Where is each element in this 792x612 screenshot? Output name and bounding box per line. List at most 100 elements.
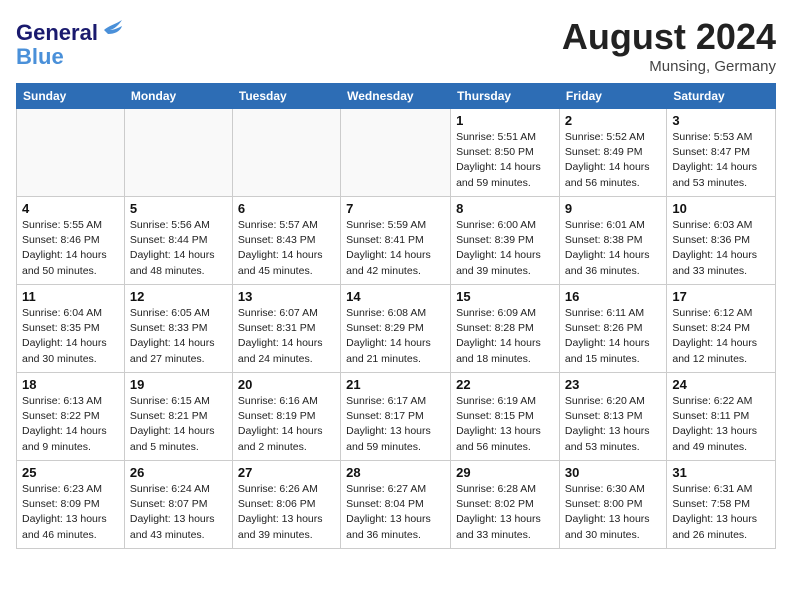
day-info: Sunrise: 6:19 AMSunset: 8:15 PMDaylight:… xyxy=(456,394,554,455)
calendar-cell: 9 Sunrise: 6:01 AMSunset: 8:38 PMDaylight… xyxy=(559,197,666,285)
calendar-cell: 15 Sunrise: 6:09 AMSunset: 8:28 PMDayligh… xyxy=(451,285,560,373)
day-number: 2 xyxy=(565,113,661,128)
day-number: 26 xyxy=(130,465,227,480)
day-info: Sunrise: 6:31 AMSunset: 7:58 PMDaylight:… xyxy=(672,482,770,543)
day-info: Sunrise: 6:12 AMSunset: 8:24 PMDaylight:… xyxy=(672,306,770,367)
calendar-cell: 23Sunrise: 6:20 AMSunset: 8:13 PMDayligh… xyxy=(559,373,666,461)
day-info: Sunrise: 6:11 AMSunset: 8:26 PMDaylight:… xyxy=(565,306,661,367)
calendar-cell: 25 Sunrise: 6:23 AMSunset: 8:09 PMDayligh… xyxy=(17,461,125,549)
day-info: Sunrise: 6:01 AMSunset: 8:38 PMDaylight:… xyxy=(565,218,661,279)
calendar-cell: 28 Sunrise: 6:27 AMSunset: 8:04 PMDayligh… xyxy=(341,461,451,549)
calendar-cell: 17 Sunrise: 6:12 AMSunset: 8:24 PMDayligh… xyxy=(667,285,776,373)
day-number: 7 xyxy=(346,201,445,216)
day-number: 18 xyxy=(22,377,119,392)
day-info: Sunrise: 5:53 AMSunset: 8:47 PMDaylight:… xyxy=(672,130,770,191)
day-number: 5 xyxy=(130,201,227,216)
day-info: Sunrise: 6:09 AMSunset: 8:28 PMDaylight:… xyxy=(456,306,554,367)
calendar-cell: 24 Sunrise: 6:22 AMSunset: 8:11 PMDayligh… xyxy=(667,373,776,461)
calendar-cell: 12 Sunrise: 6:05 AMSunset: 8:33 PMDayligh… xyxy=(124,285,232,373)
day-info: Sunrise: 6:16 AMSunset: 8:19 PMDaylight:… xyxy=(238,394,335,455)
calendar-cell: 22 Sunrise: 6:19 AMSunset: 8:15 PMDayligh… xyxy=(451,373,560,461)
day-number: 17 xyxy=(672,289,770,304)
day-info: Sunrise: 5:51 AMSunset: 8:50 PMDaylight:… xyxy=(456,130,554,191)
calendar-cell: 26 Sunrise: 6:24 AMSunset: 8:07 PMDayligh… xyxy=(124,461,232,549)
day-number: 11 xyxy=(22,289,119,304)
day-info: Sunrise: 6:20 AMSunset: 8:13 PMDaylight:… xyxy=(565,394,661,455)
calendar-cell: 11 Sunrise: 6:04 AMSunset: 8:35 PMDayligh… xyxy=(17,285,125,373)
day-info: Sunrise: 6:03 AMSunset: 8:36 PMDaylight:… xyxy=(672,218,770,279)
day-number: 8 xyxy=(456,201,554,216)
calendar-cell: 30Sunrise: 6:30 AMSunset: 8:00 PMDayligh… xyxy=(559,461,666,549)
calendar-cell: 2Sunrise: 5:52 AMSunset: 8:49 PMDaylight… xyxy=(559,109,666,197)
week-row-1: 1 Sunrise: 5:51 AMSunset: 8:50 PMDaylight… xyxy=(17,109,776,197)
calendar-cell: 20Sunrise: 6:16 AMSunset: 8:19 PMDayligh… xyxy=(232,373,340,461)
calendar-cell: 19 Sunrise: 6:15 AMSunset: 8:21 PMDayligh… xyxy=(124,373,232,461)
calendar-cell: 3Sunrise: 5:53 AMSunset: 8:47 PMDaylight… xyxy=(667,109,776,197)
weekday-header-saturday: Saturday xyxy=(667,84,776,109)
calendar-table: SundayMondayTuesdayWednesdayThursdayFrid… xyxy=(16,83,776,549)
day-info: Sunrise: 5:56 AMSunset: 8:44 PMDaylight:… xyxy=(130,218,227,279)
calendar-cell: 21 Sunrise: 6:17 AMSunset: 8:17 PMDayligh… xyxy=(341,373,451,461)
day-number: 14 xyxy=(346,289,445,304)
day-info: Sunrise: 6:15 AMSunset: 8:21 PMDaylight:… xyxy=(130,394,227,455)
day-info: Sunrise: 6:22 AMSunset: 8:11 PMDaylight:… xyxy=(672,394,770,455)
day-number: 6 xyxy=(238,201,335,216)
day-number: 28 xyxy=(346,465,445,480)
day-number: 12 xyxy=(130,289,227,304)
day-info: Sunrise: 6:05 AMSunset: 8:33 PMDaylight:… xyxy=(130,306,227,367)
day-number: 1 xyxy=(456,113,554,128)
week-row-3: 11 Sunrise: 6:04 AMSunset: 8:35 PMDayligh… xyxy=(17,285,776,373)
day-number: 13 xyxy=(238,289,335,304)
calendar-cell: 6Sunrise: 5:57 AMSunset: 8:43 PMDaylight… xyxy=(232,197,340,285)
day-number: 10 xyxy=(672,201,770,216)
logo-bird-icon xyxy=(100,16,124,40)
day-info: Sunrise: 6:08 AMSunset: 8:29 PMDaylight:… xyxy=(346,306,445,367)
week-row-2: 4Sunrise: 5:55 AMSunset: 8:46 PMDaylight… xyxy=(17,197,776,285)
weekday-header-thursday: Thursday xyxy=(451,84,560,109)
calendar-header-row: SundayMondayTuesdayWednesdayThursdayFrid… xyxy=(17,84,776,109)
day-info: Sunrise: 6:23 AMSunset: 8:09 PMDaylight:… xyxy=(22,482,119,543)
calendar-cell: 27Sunrise: 6:26 AMSunset: 8:06 PMDayligh… xyxy=(232,461,340,549)
day-number: 21 xyxy=(346,377,445,392)
calendar-cell: 14 Sunrise: 6:08 AMSunset: 8:29 PMDayligh… xyxy=(341,285,451,373)
day-info: Sunrise: 6:13 AMSunset: 8:22 PMDaylight:… xyxy=(22,394,119,455)
day-info: Sunrise: 6:04 AMSunset: 8:35 PMDaylight:… xyxy=(22,306,119,367)
calendar-cell: 13Sunrise: 6:07 AMSunset: 8:31 PMDayligh… xyxy=(232,285,340,373)
calendar-cell xyxy=(232,109,340,197)
day-number: 27 xyxy=(238,465,335,480)
weekday-header-tuesday: Tuesday xyxy=(232,84,340,109)
calendar-cell: 29Sunrise: 6:28 AMSunset: 8:02 PMDayligh… xyxy=(451,461,560,549)
day-number: 25 xyxy=(22,465,119,480)
day-number: 19 xyxy=(130,377,227,392)
page-header: General Blue August 2024 Munsing, German… xyxy=(16,16,776,75)
day-number: 15 xyxy=(456,289,554,304)
title-block: August 2024 Munsing, Germany xyxy=(562,16,776,75)
day-number: 31 xyxy=(672,465,770,480)
day-number: 24 xyxy=(672,377,770,392)
day-info: Sunrise: 6:17 AMSunset: 8:17 PMDaylight:… xyxy=(346,394,445,455)
day-number: 9 xyxy=(565,201,661,216)
day-number: 22 xyxy=(456,377,554,392)
day-info: Sunrise: 6:27 AMSunset: 8:04 PMDaylight:… xyxy=(346,482,445,543)
calendar-cell: 4Sunrise: 5:55 AMSunset: 8:46 PMDaylight… xyxy=(17,197,125,285)
logo-text2: Blue xyxy=(16,45,124,69)
day-info: Sunrise: 6:28 AMSunset: 8:02 PMDaylight:… xyxy=(456,482,554,543)
day-number: 4 xyxy=(22,201,119,216)
weekday-header-friday: Friday xyxy=(559,84,666,109)
day-info: Sunrise: 6:24 AMSunset: 8:07 PMDaylight:… xyxy=(130,482,227,543)
day-info: Sunrise: 6:00 AMSunset: 8:39 PMDaylight:… xyxy=(456,218,554,279)
month-year: August 2024 xyxy=(562,16,776,58)
week-row-4: 18 Sunrise: 6:13 AMSunset: 8:22 PMDayligh… xyxy=(17,373,776,461)
calendar-cell xyxy=(17,109,125,197)
calendar-cell xyxy=(124,109,232,197)
calendar-cell: 1 Sunrise: 5:51 AMSunset: 8:50 PMDaylight… xyxy=(451,109,560,197)
logo: General Blue xyxy=(16,16,124,69)
day-number: 30 xyxy=(565,465,661,480)
calendar-cell xyxy=(341,109,451,197)
calendar-cell: 7 Sunrise: 5:59 AMSunset: 8:41 PMDaylight… xyxy=(341,197,451,285)
week-row-5: 25 Sunrise: 6:23 AMSunset: 8:09 PMDayligh… xyxy=(17,461,776,549)
calendar-cell: 31 Sunrise: 6:31 AMSunset: 7:58 PMDayligh… xyxy=(667,461,776,549)
day-info: Sunrise: 5:59 AMSunset: 8:41 PMDaylight:… xyxy=(346,218,445,279)
location: Munsing, Germany xyxy=(562,58,776,75)
calendar-cell: 5 Sunrise: 5:56 AMSunset: 8:44 PMDaylight… xyxy=(124,197,232,285)
